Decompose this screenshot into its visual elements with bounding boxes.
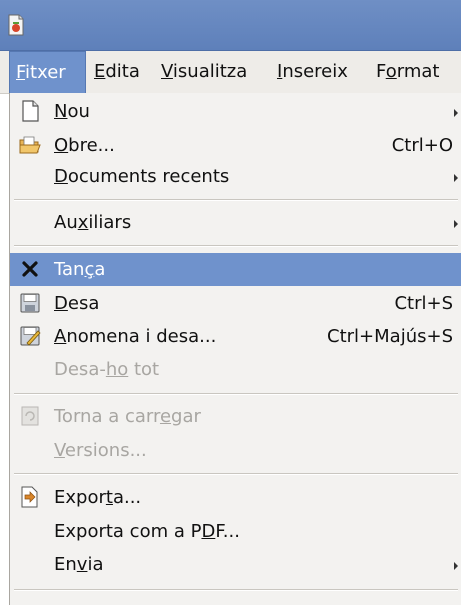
menu-item-anomena-i-desa[interactable]: Anomena i desa... Ctrl+Majús+S	[10, 320, 461, 353]
desahotot-key: ho	[105, 359, 129, 380]
envia-pre: En	[54, 554, 77, 575]
menu-format-post: rmat	[396, 61, 440, 82]
versions-key: V	[54, 440, 65, 461]
new-document-icon	[22, 100, 39, 122]
shortcut-obre: Ctrl+O	[391, 135, 453, 156]
menu-separator	[14, 199, 458, 201]
menu-item-desa-ho-tot[interactable]: Desa-ho tot	[10, 353, 461, 386]
exporta-key: t	[105, 487, 113, 508]
menu-insereix[interactable]: Insereix	[271, 51, 354, 93]
menu-separator	[14, 245, 458, 247]
menu-item-versions-label: Versions...	[54, 434, 147, 467]
torna-post: gar	[171, 406, 201, 427]
menu-item-obre-label: Obre...	[54, 129, 115, 162]
anomena-post: nomena i desa...	[66, 326, 217, 347]
menu-item-torna-label: Torna a carregar	[54, 400, 201, 433]
obre-post: bre...	[68, 135, 115, 156]
obre-key: O	[54, 135, 69, 156]
desa-post: esa	[67, 293, 100, 314]
menu-edita[interactable]: Edita	[88, 51, 146, 93]
tanca-post: a	[94, 259, 106, 280]
desa-key: D	[54, 293, 68, 314]
menu-visualitza-key: V	[161, 61, 173, 82]
menu-item-exporta-pdf-label: Exporta com a PDF...	[54, 515, 240, 548]
exporta-post: a...	[112, 487, 142, 508]
nou-post: ou	[67, 101, 90, 122]
open-folder-icon	[19, 136, 41, 154]
menu-item-envia[interactable]: Envia	[10, 548, 461, 581]
pdf-key: D	[201, 521, 216, 542]
tanca-key: ç	[84, 259, 95, 280]
menu-item-desa-ho-tot-label: Desa-ho tot	[54, 353, 159, 386]
submenu-arrow-icon	[454, 220, 458, 228]
menu-insereix-post: nsereix	[282, 61, 348, 82]
exporta-pre: Expor	[54, 487, 106, 508]
menu-format-key: o	[385, 61, 397, 82]
menu-format[interactable]: Format	[370, 51, 445, 93]
torna-key: e	[159, 406, 172, 427]
menu-item-nou-label: Nou	[54, 95, 90, 128]
menu-item-tanca-label: Tança	[54, 253, 105, 286]
menu-visualitza[interactable]: Visualitza	[155, 51, 253, 93]
file-menu-dropdown: Nou Obre... Ctrl+O Documents recents Aux…	[9, 93, 461, 605]
menu-item-exporta-pdf[interactable]: Exporta com a PDF...	[10, 515, 461, 548]
envia-post: ia	[87, 554, 104, 575]
menu-separator	[14, 589, 458, 591]
menu-edita-key: E	[94, 61, 106, 82]
recents-key: D	[54, 166, 68, 187]
menu-item-exporta-label: Exporta...	[54, 481, 141, 514]
menu-bar: Fitxer Edita Visualitza Insereix Format	[0, 51, 461, 94]
desahotot-post: tot	[128, 359, 160, 380]
app-icon	[8, 14, 24, 36]
close-x-icon	[22, 261, 38, 277]
menu-format-pre: F	[376, 61, 386, 82]
menu-separator	[14, 393, 458, 395]
shortcut-anomena: Ctrl+Majús+S	[327, 326, 453, 347]
menu-item-obre[interactable]: Obre... Ctrl+O	[10, 129, 461, 162]
reload-icon	[21, 406, 39, 426]
envia-key: v	[76, 554, 88, 575]
save-as-icon	[20, 326, 41, 346]
window-titlebar	[0, 0, 461, 51]
menu-separator	[14, 473, 458, 475]
auxiliars-post: iliars	[88, 212, 132, 233]
torna-pre: Torna a carr	[54, 406, 160, 427]
nou-key: N	[54, 101, 68, 122]
submenu-arrow-icon	[454, 562, 458, 570]
export-icon	[21, 486, 38, 508]
menu-item-anomena-label: Anomena i desa...	[54, 320, 216, 353]
tanca-pre: Tan	[54, 259, 85, 280]
recents-post: ocuments recents	[67, 166, 230, 187]
menu-visualitza-post: isualitza	[172, 61, 248, 82]
menu-item-documents-recents-label: Documents recents	[54, 160, 229, 193]
submenu-arrow-icon	[454, 174, 458, 182]
menu-item-tanca[interactable]: Tança	[10, 253, 461, 286]
menu-edita-post: dita	[105, 61, 140, 82]
auxiliars-key: x	[77, 212, 89, 233]
menu-fitxer-key: F	[16, 62, 26, 83]
menu-item-versions[interactable]: Versions...	[10, 434, 461, 467]
pdf-post: F...	[215, 521, 240, 542]
menu-item-exporta[interactable]: Exporta...	[10, 481, 461, 514]
menu-item-desa[interactable]: Desa Ctrl+S	[10, 287, 461, 320]
desahotot-pre: Desa-	[54, 359, 106, 380]
menu-item-documents-recents[interactable]: Documents recents	[10, 160, 461, 193]
menu-fitxer[interactable]: Fitxer	[9, 51, 86, 93]
menu-item-auxiliars[interactable]: Auxiliars	[10, 206, 461, 239]
menu-item-nou[interactable]: Nou	[10, 95, 461, 128]
menu-item-desa-label: Desa	[54, 287, 99, 320]
auxiliars-pre: Au	[54, 212, 78, 233]
menu-item-auxiliars-label: Auxiliars	[54, 206, 131, 239]
menu-item-envia-label: Envia	[54, 548, 103, 581]
pdf-pre: Exporta com a P	[54, 521, 202, 542]
versions-post: ersions...	[64, 440, 147, 461]
submenu-arrow-icon	[454, 109, 458, 117]
menu-item-torna-a-carregar[interactable]: Torna a carregar	[10, 400, 461, 433]
save-icon	[20, 293, 40, 313]
shortcut-desa: Ctrl+S	[394, 293, 453, 314]
anomena-key: A	[54, 326, 67, 347]
menu-fitxer-post: itxer	[25, 62, 66, 83]
